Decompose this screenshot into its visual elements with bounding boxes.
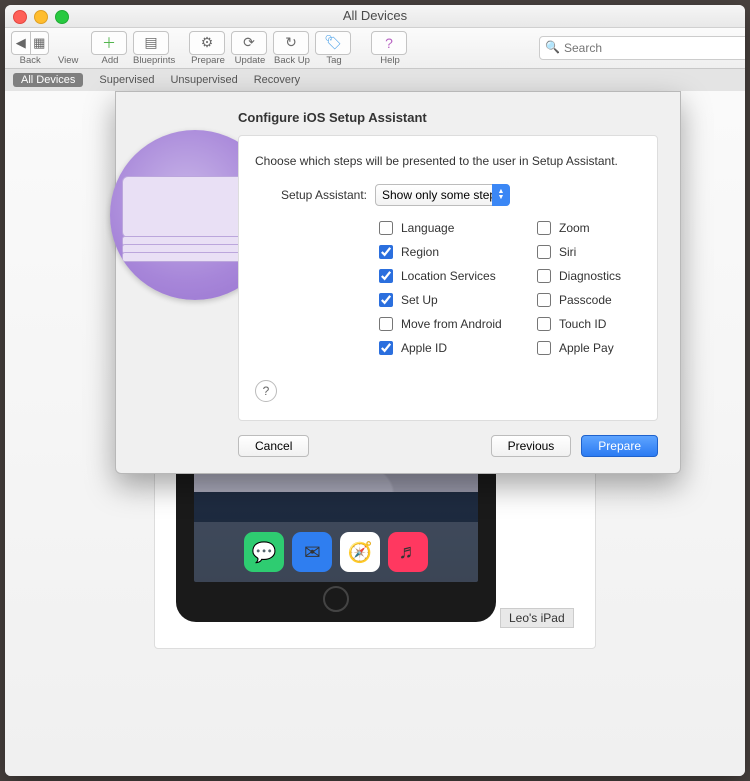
scope-all-devices[interactable]: All Devices: [13, 73, 83, 87]
checkbox-diagnostics[interactable]: Diagnostics: [533, 266, 663, 286]
add-button[interactable]: ＋: [91, 31, 127, 55]
help-button[interactable]: ?: [371, 31, 407, 55]
close-window-button[interactable]: [13, 10, 27, 24]
setup-assistant-select[interactable]: Show only some steps: [375, 184, 510, 206]
search-field: 🔍: [539, 36, 739, 60]
checkbox-siri[interactable]: Siri: [533, 242, 663, 262]
blueprints-label: Blueprints: [133, 55, 175, 66]
chevron-up-down-icon: ▲▼: [492, 184, 510, 206]
sheet-lead: Choose which steps will be presented to …: [255, 154, 641, 168]
help-label: Help: [380, 55, 400, 66]
zoom-window-button[interactable]: [55, 10, 69, 24]
view-label: View: [58, 55, 78, 66]
checkbox-zoom[interactable]: Zoom: [533, 218, 663, 238]
backup-button[interactable]: ↻: [273, 31, 309, 55]
minimize-window-button[interactable]: [34, 10, 48, 24]
sheet-panel: Choose which steps will be presented to …: [238, 135, 658, 421]
tag-label: Tag: [326, 55, 341, 66]
sheet-title: Configure iOS Setup Assistant: [238, 110, 658, 125]
checkbox-apple-pay[interactable]: Apple Pay: [533, 338, 663, 358]
app-window: All Devices ◀ ▦ Back View ＋Add ▤Blueprint…: [5, 5, 745, 776]
backup-label: Back Up: [274, 55, 310, 66]
view-button[interactable]: ▦: [31, 31, 50, 55]
prepare-submit-button[interactable]: Prepare: [581, 435, 658, 457]
checkbox-region[interactable]: Region: [375, 242, 525, 262]
scope-bar: All Devices Supervised Unsupervised Reco…: [5, 69, 745, 92]
scope-unsupervised[interactable]: Unsupervised: [170, 74, 237, 86]
search-input[interactable]: [539, 36, 745, 60]
back-button[interactable]: ◀: [11, 31, 31, 55]
prepare-label: Prepare: [191, 55, 225, 66]
checkbox-apple-id[interactable]: Apple ID: [375, 338, 525, 358]
titlebar: All Devices: [5, 5, 745, 28]
device-name-label[interactable]: Leo's iPad: [500, 608, 574, 628]
configure-setup-assistant-sheet: Configure iOS Setup Assistant Choose whi…: [115, 91, 681, 474]
previous-button[interactable]: Previous: [491, 435, 572, 457]
blueprints-button[interactable]: ▤: [133, 31, 169, 55]
home-button-icon: [323, 586, 349, 612]
steps-checklist: Language Zoom Region Siri Location Servi…: [375, 218, 641, 358]
checkbox-location-services[interactable]: Location Services: [375, 266, 525, 286]
window-title: All Devices: [343, 8, 407, 23]
search-icon: 🔍: [545, 40, 560, 54]
toolbar: ◀ ▦ Back View ＋Add ▤Blueprints ⚙Prepare ⟳…: [5, 28, 745, 69]
scope-supervised[interactable]: Supervised: [99, 74, 154, 86]
add-label: Add: [102, 55, 119, 66]
checkbox-passcode[interactable]: Passcode: [533, 290, 663, 310]
setup-assistant-label: Setup Assistant:: [255, 188, 375, 202]
help-icon[interactable]: ?: [255, 380, 277, 402]
scope-recovery[interactable]: Recovery: [254, 74, 300, 86]
checkbox-set-up[interactable]: Set Up: [375, 290, 525, 310]
prepare-button[interactable]: ⚙: [189, 31, 225, 55]
checkbox-move-from-android[interactable]: Move from Android: [375, 314, 525, 334]
back-label: Back: [20, 55, 41, 66]
update-button[interactable]: ⟳: [231, 31, 267, 55]
checkbox-language[interactable]: Language: [375, 218, 525, 238]
update-label: Update: [235, 55, 266, 66]
tag-button[interactable]: 🏷: [315, 31, 351, 55]
cancel-button[interactable]: Cancel: [238, 435, 309, 457]
checkbox-touch-id[interactable]: Touch ID: [533, 314, 663, 334]
